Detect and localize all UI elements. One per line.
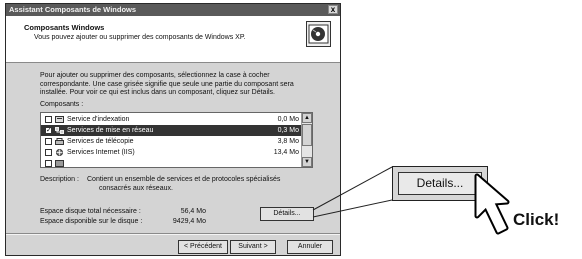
mouse-cursor-icon [474,173,510,235]
click-annotation: Click! [513,210,560,229]
